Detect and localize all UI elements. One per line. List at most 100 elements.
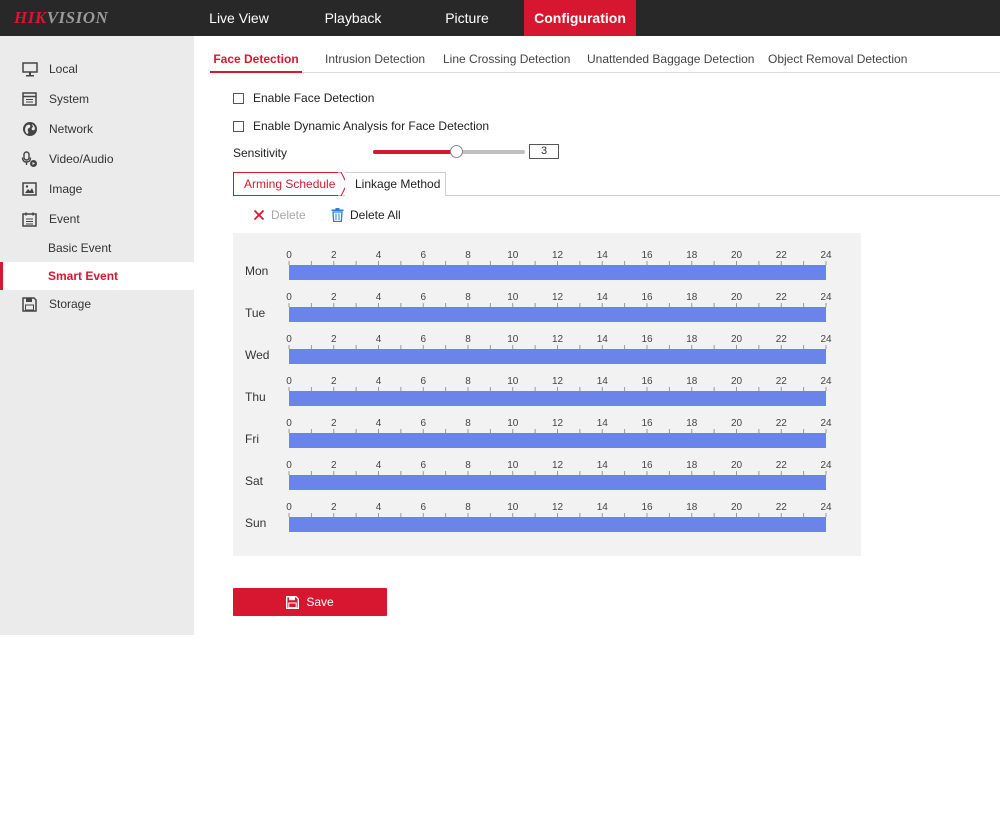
- sidebar-item-video-audio[interactable]: Video/Audio: [0, 145, 194, 173]
- save-button[interactable]: Save: [233, 588, 387, 616]
- hour-tick-label: 6: [420, 334, 426, 345]
- hour-tick-label: 16: [641, 250, 653, 261]
- day-label: Wed: [245, 348, 269, 362]
- hour-tick-label: 22: [776, 502, 788, 513]
- hour-tick-label: 14: [597, 376, 609, 387]
- tab-line-crossing-detection[interactable]: Line Crossing Detection: [443, 44, 570, 73]
- hour-tick-label: 10: [507, 502, 519, 513]
- hour-tick-label: 6: [420, 376, 426, 387]
- enable-face-detection-checkbox[interactable]: [233, 92, 244, 104]
- nav-configuration[interactable]: Configuration: [524, 0, 636, 36]
- enable-face-detection-option[interactable]: Enable Face Detection: [233, 91, 374, 105]
- arming-schedule-grid: Mon 0 2 4 6 8 10 12 14 16 18 20 22 24 Tue 0 2 4 6 8 10 12 14 16…: [233, 233, 861, 556]
- hour-tick-label: 20: [731, 502, 743, 513]
- hour-tick-label: 10: [507, 418, 519, 429]
- hour-tick-label: 20: [731, 418, 743, 429]
- enable-face-detection-label: Enable Face Detection: [253, 91, 375, 105]
- hour-tick-label: 4: [376, 502, 382, 513]
- hour-tick-label: 2: [331, 502, 337, 513]
- hour-tick-label: 16: [641, 292, 653, 303]
- enable-dynamic-analysis-label: Enable Dynamic Analysis for Face Detecti…: [253, 119, 490, 133]
- sidebar: Local System Network Video/Audio Image E…: [0, 36, 194, 635]
- hour-tick-label: 8: [465, 334, 471, 345]
- hour-tick-label: 16: [641, 502, 653, 513]
- hour-tick-label: 14: [597, 334, 609, 345]
- tab-object-removal-detection[interactable]: Object Removal Detection: [768, 44, 907, 73]
- hour-tick-label: 12: [552, 250, 564, 261]
- delete-label: Delete: [271, 208, 306, 222]
- hour-tick-label: 8: [465, 502, 471, 513]
- hour-tick-label: 4: [376, 334, 382, 345]
- hour-tick-label: 8: [465, 250, 471, 261]
- hour-tick-label: 14: [597, 292, 609, 303]
- delete-all-button[interactable]: Delete All: [331, 208, 401, 222]
- sensitivity-slider[interactable]: [373, 145, 525, 158]
- hour-tick-label: 24: [820, 376, 832, 387]
- hour-tick-label: 16: [641, 460, 653, 471]
- nav-picture[interactable]: Picture: [410, 0, 524, 36]
- hour-tick-label: 0: [286, 418, 292, 429]
- close-icon: [253, 209, 265, 221]
- enable-dynamic-analysis-checkbox[interactable]: [233, 120, 244, 132]
- hour-tick-label: 0: [286, 292, 292, 303]
- tab-arming-schedule[interactable]: Arming Schedule: [233, 172, 341, 196]
- hour-tick-label: 0: [286, 460, 292, 471]
- schedule-bar: [289, 391, 826, 406]
- sidebar-item-event[interactable]: Event: [0, 205, 194, 233]
- calendar-icon: [21, 211, 38, 228]
- hour-tick-label: 4: [376, 460, 382, 471]
- hour-tick-label: 12: [552, 460, 564, 471]
- sidebar-item-label: Event: [49, 212, 80, 226]
- sidebar-item-network[interactable]: Network: [0, 115, 194, 143]
- hour-tick-label: 6: [420, 460, 426, 471]
- hour-tick-label: 0: [286, 334, 292, 345]
- tab-intrusion-detection[interactable]: Intrusion Detection: [325, 44, 425, 73]
- nav-playback[interactable]: Playback: [296, 0, 410, 36]
- sidebar-item-label: Video/Audio: [49, 152, 114, 166]
- hour-tick-label: 18: [686, 418, 698, 429]
- floppy-disk-icon: [21, 296, 38, 313]
- detection-tabs: Face Detection Intrusion Detection Line …: [210, 44, 1000, 73]
- sidebar-item-label: Local: [49, 62, 78, 76]
- slider-fill: [373, 150, 457, 154]
- sidebar-item-basic-event[interactable]: Basic Event: [0, 234, 194, 262]
- hour-tick-label: 18: [686, 376, 698, 387]
- hour-tick-label: 0: [286, 250, 292, 261]
- save-label: Save: [306, 595, 334, 609]
- hour-tick-label: 20: [731, 292, 743, 303]
- hour-tick-label: 16: [641, 376, 653, 387]
- hour-tick-label: 24: [820, 418, 832, 429]
- sidebar-item-smart-event[interactable]: Smart Event: [0, 262, 194, 290]
- tab-linkage-method[interactable]: Linkage Method: [345, 172, 446, 196]
- slider-thumb[interactable]: [449, 145, 463, 158]
- sidebar-item-local[interactable]: Local: [0, 55, 194, 83]
- hour-tick-label: 4: [376, 292, 382, 303]
- trash-icon: [331, 208, 344, 222]
- schedule-bar: [289, 265, 826, 280]
- delete-all-label: Delete All: [350, 208, 401, 222]
- schedule-bar: [289, 307, 826, 322]
- hour-tick-label: 2: [331, 334, 337, 345]
- hour-tick-label: 10: [507, 250, 519, 261]
- hour-tick-label: 18: [686, 292, 698, 303]
- day-label: Mon: [245, 264, 268, 278]
- hour-tick-label: 18: [686, 250, 698, 261]
- nav-live-view[interactable]: Live View: [182, 0, 296, 36]
- hour-tick-label: 22: [776, 376, 788, 387]
- sidebar-item-label: Image: [49, 182, 83, 196]
- schedule-bar: [289, 349, 826, 364]
- delete-button[interactable]: Delete: [253, 208, 306, 222]
- floppy-disk-icon: [286, 595, 300, 609]
- enable-dynamic-analysis-option[interactable]: Enable Dynamic Analysis for Face Detecti…: [233, 119, 489, 133]
- schedule-subtabs: Arming Schedule Linkage Method: [233, 172, 1000, 196]
- main-nav: Live View Playback Picture Configuration: [182, 0, 636, 36]
- hour-tick-label: 12: [552, 418, 564, 429]
- image-icon: [21, 181, 38, 198]
- tab-face-detection[interactable]: Face Detection: [210, 44, 302, 73]
- sidebar-item-system[interactable]: System: [0, 85, 194, 113]
- sidebar-item-storage[interactable]: Storage: [0, 290, 194, 318]
- sensitivity-value[interactable]: 3: [529, 144, 559, 159]
- tab-unattended-baggage-detection[interactable]: Unattended Baggage Detection: [587, 44, 754, 73]
- sidebar-item-image[interactable]: Image: [0, 175, 194, 203]
- day-label: Thu: [245, 390, 266, 404]
